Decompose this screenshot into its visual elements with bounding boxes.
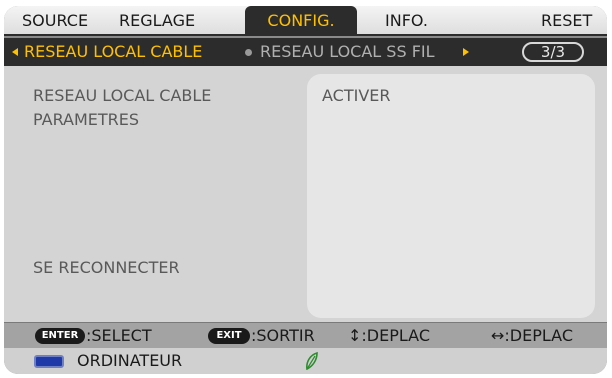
- arrow-right-icon[interactable]: [463, 48, 469, 56]
- value-panel: ACTIVER: [307, 74, 595, 318]
- tab-config[interactable]: CONFIG.: [245, 6, 357, 36]
- tab-source[interactable]: SOURCE: [22, 6, 88, 36]
- setting-se-reconnecter[interactable]: SE RECONNECTER: [33, 258, 180, 277]
- help-move-updown: ↕:DEPLAC: [348, 326, 430, 345]
- source-bar: ORDINATEUR: [4, 348, 607, 374]
- monitor-icon: [34, 355, 64, 368]
- tab-info[interactable]: INFO.: [385, 6, 428, 36]
- exit-key-icon: EXIT: [208, 328, 250, 344]
- help-bar: ENTER :SELECT EXIT :SORTIR ↕:DEPLAC ↔:DE…: [4, 322, 607, 348]
- value-activer[interactable]: ACTIVER: [322, 86, 391, 105]
- main-menu-bar: SOURCE REGLAGE CONFIG. INFO. RESET: [4, 6, 607, 36]
- tab-reset[interactable]: RESET: [541, 6, 592, 36]
- help-select: :SELECT: [86, 326, 152, 345]
- setting-reseau-local-cable[interactable]: RESEAU LOCAL CABLE: [33, 86, 211, 105]
- source-name: ORDINATEUR: [77, 351, 183, 370]
- tab-reglage[interactable]: REGLAGE: [119, 6, 195, 36]
- help-move-leftright: ↔:DEPLAC: [491, 326, 573, 345]
- page-indicator: 3/3: [522, 42, 584, 62]
- sub-tab-bar: RESEAU LOCAL CABLE RESEAU LOCAL SS FIL 3…: [4, 38, 607, 66]
- settings-panel: RESEAU LOCAL CABLE PARAMETRES SE RECONNE…: [4, 66, 607, 322]
- enter-key-icon: ENTER: [35, 328, 85, 344]
- subtab-reseau-local-cable[interactable]: RESEAU LOCAL CABLE: [24, 38, 202, 66]
- arrow-left-icon[interactable]: [12, 48, 18, 56]
- projector-osd-menu: SOURCE REGLAGE CONFIG. INFO. RESET RESEA…: [4, 6, 607, 374]
- separator-dot-icon: [245, 49, 252, 56]
- subtab-reseau-local-ss-fil[interactable]: RESEAU LOCAL SS FIL: [260, 38, 435, 66]
- help-sortir: :SORTIR: [251, 326, 315, 345]
- setting-parametres[interactable]: PARAMETRES: [33, 110, 139, 129]
- leaf-icon: [306, 352, 318, 370]
